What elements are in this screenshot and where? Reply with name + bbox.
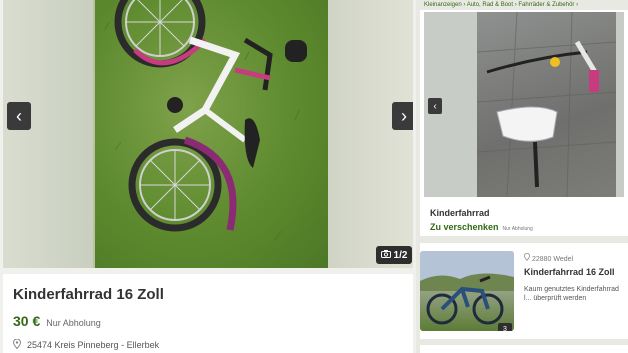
image-counter[interactable]: 1/2 <box>376 246 412 264</box>
bike-photo[interactable] <box>95 0 328 268</box>
image-gallery[interactable]: ‹ › 1/2 <box>3 0 413 268</box>
listing-price: 30 € <box>13 313 41 329</box>
related-price-row: Zu verschenken Nur Abholung <box>430 222 533 232</box>
bike-basket-photo <box>476 12 617 197</box>
gallery-prev-button[interactable]: ‹ <box>7 102 31 130</box>
chevron-left-icon: ‹ <box>433 100 437 112</box>
main-listing: ‹ › 1/2 Kinderfahrrad 16 Zoll 30 € Nur A… <box>0 0 416 353</box>
camera-icon <box>380 249 391 261</box>
gallery-blur-right <box>325 0 413 268</box>
listing-title: Kinderfahrrad 16 Zoll <box>13 286 164 303</box>
related-pickup-note: Nur Abholung <box>502 226 533 232</box>
listing-info: Kinderfahrrad 16 Zoll 30 € Nur Abholung … <box>3 274 413 353</box>
listing-card-title[interactable]: Kinderfahrrad 16 Zoll <box>524 267 615 277</box>
location-row: 25474 Kreis Pinneberg - Ellerbek <box>12 338 403 351</box>
related-listing-title[interactable]: Kinderfahrrad <box>430 208 490 218</box>
listing-card[interactable]: 3 22880 Wedel Kinderfahrrad 16 Zoll Kaum… <box>420 243 628 339</box>
location-pin-icon <box>12 338 22 351</box>
listing-card-description: Kaum genutztes Kinderfahrrad l... überpr… <box>524 286 619 302</box>
gallery-blur-left <box>3 0 93 268</box>
location-pin-icon <box>523 252 532 263</box>
listing-card-location-row: 22880 Wedel <box>523 252 574 263</box>
related-listing-price: Zu verschenken <box>430 222 499 232</box>
pickup-note: Nur Abholung <box>46 318 101 328</box>
image-counter-text: 1/2 <box>393 249 408 261</box>
listing-card-location: 22880 Wedel <box>531 256 574 263</box>
price-row: 30 € Nur Abholung <box>13 313 403 329</box>
related-listing-card[interactable]: ‹ Kinderfahrrad Zu verschenken Nur Abhol… <box>420 10 628 236</box>
breadcrumb[interactable]: Kleinanzeigen › Auto, Rad & Boot › Fahrr… <box>420 0 628 10</box>
chevron-right-icon: › <box>401 105 407 126</box>
listing-card-image[interactable]: 3 <box>420 251 514 331</box>
listing-location: 25474 Kreis Pinneberg - Ellerbek <box>27 340 160 350</box>
bike-illustration <box>104 0 307 241</box>
right-column: Kleinanzeigen › Auto, Rad & Boot › Fahrr… <box>420 0 628 353</box>
listing-card-partial[interactable] <box>420 345 628 353</box>
gallery-next-button[interactable]: › <box>392 102 413 130</box>
related-listing-photo[interactable]: ‹ <box>424 12 624 197</box>
image-count-badge: 3 <box>498 323 512 331</box>
chevron-left-icon: ‹ <box>16 105 22 126</box>
related-prev-button[interactable]: ‹ <box>428 98 442 114</box>
